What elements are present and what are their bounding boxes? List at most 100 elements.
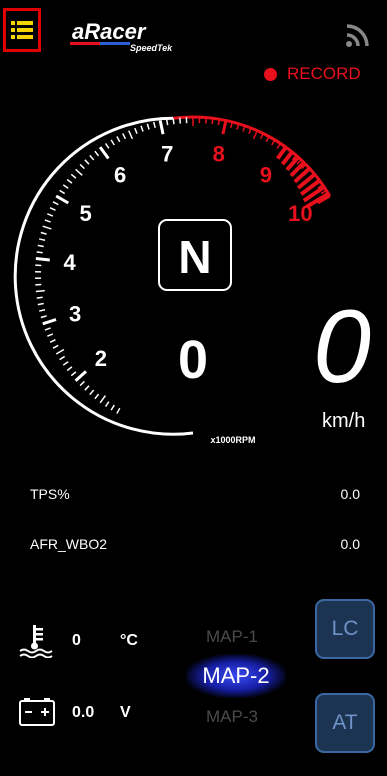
tach-minor-tick [116,407,121,414]
map-3-option[interactable]: MAP-3 [206,707,258,727]
map-2-label: MAP-2 [202,663,270,688]
map-1-option[interactable]: MAP-1 [206,627,258,647]
tach-minor-tick [116,136,121,143]
at-label: AT [332,711,358,734]
tach-minor-tick [140,125,144,132]
gear-indicator: N [178,231,211,283]
tach-minor-tick [42,225,52,230]
tach-minor-tick [36,251,43,254]
tach-minor-tick [217,119,221,126]
tach-minor-tick [47,213,54,217]
tach-minor-tick [89,389,95,396]
tach-minor-tick [40,315,47,319]
tach-minor-tick [165,119,169,126]
tach-minor-tick [70,173,77,179]
tach-major-tick [42,318,57,326]
map-2-option-selected[interactable]: MAP-2 [186,654,286,698]
tach-minor-tick [248,127,252,134]
tach-redline-bar [276,145,288,160]
tach-minor-tick [79,380,85,387]
tach-minor-tick [66,366,73,372]
tach-minor-tick [94,393,100,400]
speed-value: 0 [313,289,371,405]
menu-button[interactable] [3,8,41,52]
afr-label: AFR_WBO2 [30,536,108,552]
tach-minor-tick [39,308,46,312]
speed-unit: km/h [322,410,366,432]
tach-minor-tick [49,207,56,211]
tach-minor-tick [94,150,100,157]
tach-minor-tick [99,395,107,404]
tach-minor-tick [55,348,65,355]
tach-minor-tick [59,189,66,195]
tach-minor-tick [179,117,182,124]
tach-minor-tick [44,219,51,223]
list-icon [11,21,33,39]
tach-minor-tick [104,401,110,408]
tach-minor-tick [128,130,134,140]
tach-label: 2 [95,346,107,371]
tach-minor-tick [70,371,77,377]
tach-major-tick [221,120,228,135]
record-dot-icon [264,67,277,81]
tach-minor-tick [40,231,47,235]
auto-tune-button[interactable]: AT [315,693,375,753]
record-label: RECORD [287,64,361,83]
tach-minor-tick [37,244,44,248]
tach-minor-tick [47,333,54,337]
tach-label: 9 [260,163,272,188]
tach-minor-tick [59,355,66,361]
tach-minor-tick [62,361,69,366]
tach-major-tick [158,120,165,135]
tach-minor-tick [104,142,110,149]
tps-value: 0.0 [340,486,360,502]
tach-minor-tick [52,344,59,349]
tach-minor-tick [35,289,45,293]
battery-unit: V [120,704,131,721]
wifi-icon[interactable] [345,22,371,48]
tach-minor-tick [276,142,282,149]
tach-minor-tick [172,118,175,125]
tach-minor-tick [49,339,56,343]
tach-minor-tick [146,123,150,130]
tach-minor-tick [152,121,156,128]
tach-minor-tick [89,154,95,161]
coolant-value: 0 [72,632,81,649]
tach-minor-tick [110,139,115,146]
battery-icon [18,697,56,732]
tach-minor-tick [252,130,258,140]
coolant-unit: °C [120,632,138,649]
tach-minor-tick [62,184,69,189]
tach-label: 4 [64,250,77,275]
tach-major-tick [55,194,70,205]
tach-label: 8 [213,142,225,167]
tach-label: 7 [161,142,173,167]
rpm-unit-label: x1000RPM [210,435,255,445]
tach-minor-tick [75,168,83,176]
record-button[interactable]: RECORD [264,64,361,84]
tach-minor-tick [79,163,85,170]
gear-selected-value: 0 [178,330,208,390]
svg-text:aRacer: aRacer [72,19,147,44]
tach-minor-tick [37,302,44,306]
tach-major-tick [35,256,50,262]
tach-minor-tick [84,159,90,165]
tps-label: TPS% [30,486,70,502]
tach-minor-tick [211,118,214,125]
tach-redline-bar [280,150,294,166]
tach-minor-tick [122,133,127,140]
tach-major-tick [98,146,110,160]
coolant-temp-icon [18,622,54,663]
launch-control-button[interactable]: LC [315,599,375,659]
tach-minor-tick [39,238,46,242]
afr-value: 0.0 [340,536,360,552]
tach-label: 3 [69,301,81,326]
tach-minor-tick [66,178,73,184]
tach-major-tick [74,370,87,382]
lc-label: LC [331,617,359,640]
tach-minor-tick [44,327,51,331]
aracer-logo: aRacer SpeedTek [70,18,185,54]
tach-minor-tick [52,201,59,206]
tach-label: 10 [288,201,312,226]
tach-minor-tick [204,117,207,124]
